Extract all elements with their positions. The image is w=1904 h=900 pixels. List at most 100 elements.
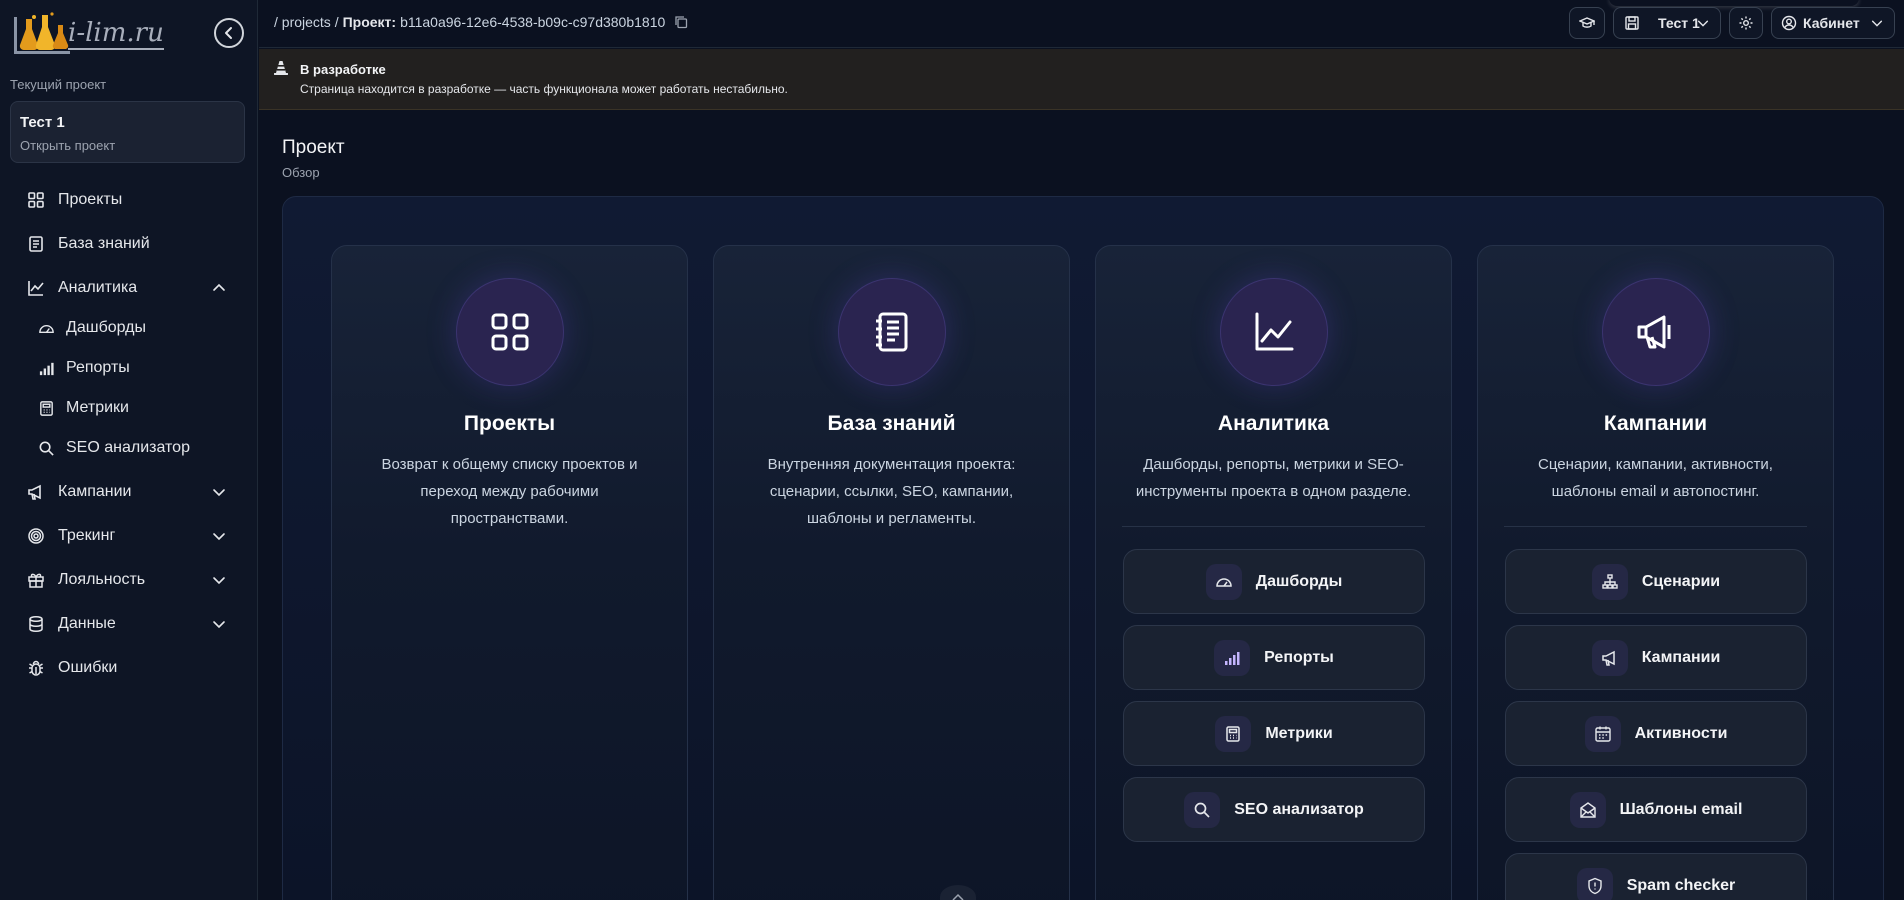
logo[interactable]: i-lim.ru: [12, 10, 182, 58]
copy-icon[interactable]: [674, 15, 688, 29]
banner-text: Страница находится в разработке — часть …: [300, 82, 788, 96]
gear-icon: [1739, 16, 1753, 30]
open-project-link[interactable]: Открыть проект: [20, 138, 235, 153]
traffic-cone-icon: [274, 61, 288, 75]
notebook-icon: [875, 312, 907, 352]
chevron-down-icon: [213, 621, 225, 629]
settings-button[interactable]: [1729, 7, 1763, 39]
analytics-link-seo-analyzer[interactable]: SEO анализатор: [1123, 777, 1425, 842]
graduation-cap-icon: [1579, 17, 1595, 28]
chevrons-up-icon: [952, 893, 964, 900]
link-label: Spam checker: [1626, 876, 1736, 894]
chevron-left-icon: [225, 27, 232, 39]
learning-button[interactable]: [1569, 7, 1605, 39]
breadcrumb-project-label: Проект:: [342, 14, 397, 30]
sidebar-item-label: Проекты: [58, 191, 123, 208]
calculator-icon: [40, 400, 53, 416]
current-project-name: Тест 1: [20, 114, 65, 131]
campaigns-link-email-templates[interactable]: Шаблоны email: [1505, 777, 1807, 842]
sidebar-subitem-label: SEO анализатор: [66, 439, 190, 456]
link-label: Дашборды: [1255, 572, 1343, 590]
card-title: Кампании: [1603, 412, 1708, 435]
megaphone-icon: [28, 484, 41, 500]
sidebar-item-label: Трекинг: [58, 527, 116, 544]
card-analytics[interactable]: Аналитика Дашборды, репорты, метрики и S…: [1095, 245, 1452, 900]
analytics-link-dashboards[interactable]: Дашборды: [1123, 549, 1425, 614]
link-label: SEO анализатор: [1234, 800, 1364, 818]
card-title: Аналитика: [1217, 412, 1330, 435]
card-icon-circle: [837, 278, 946, 386]
sitemap-icon: [1602, 573, 1618, 589]
link-label: Сценарии: [1641, 572, 1721, 590]
sidebar-item-campaigns[interactable]: Кампании: [27, 480, 233, 504]
card-projects[interactable]: Проекты Возврат к общему списку проектов…: [331, 245, 688, 900]
campaigns-link-campaigns[interactable]: Кампании: [1505, 625, 1807, 690]
sidebar-subitem-label: Метрики: [66, 399, 129, 416]
sidebar-subitem-metrics[interactable]: Метрики: [38, 397, 228, 419]
calculator-icon: [1226, 725, 1241, 742]
sidebar-subitem-seo-analyzer[interactable]: SEO анализатор: [38, 437, 228, 459]
link-label: Метрики: [1265, 724, 1333, 742]
gauge-icon: [39, 324, 54, 333]
link-icon-box: [1591, 639, 1628, 676]
grid-icon: [28, 192, 44, 208]
sidebar-item-loyalty[interactable]: Лояльность: [27, 568, 233, 592]
link-label: Кампании: [1641, 648, 1721, 666]
shield-icon: [1588, 877, 1602, 894]
link-icon-box: [1215, 715, 1252, 752]
current-project-card[interactable]: Тест 1 Открыть проект: [10, 101, 245, 163]
project-select[interactable]: Тест 1: [1613, 7, 1721, 39]
megaphone-icon: [1637, 315, 1670, 349]
breadcrumb-project-id: b11a0a96-12e6-4538-b09c-c97d380b1810: [400, 14, 666, 30]
card-icon-circle: [455, 278, 564, 386]
card-title: Проекты: [463, 412, 556, 435]
sidebar-item-label: Аналитика: [58, 279, 138, 296]
bar-chart-icon: [39, 362, 54, 375]
card-icon-circle: [1219, 278, 1328, 386]
sidebar-item-label: База знаний: [58, 235, 150, 252]
gift-icon: [28, 573, 44, 588]
sidebar-subitem-reports[interactable]: Репорты: [38, 357, 228, 379]
card-knowledge-base[interactable]: База знаний Внутренняя документация прое…: [713, 245, 1070, 900]
sidebar-item-label: Кампании: [58, 483, 132, 500]
breadcrumb: / projects / Проект: b11a0a96-12e6-4538-…: [274, 14, 688, 30]
floppy-icon: [1625, 16, 1639, 30]
sidebar-subitem-label: Дашборды: [66, 319, 146, 336]
sidebar-item-label: Ошибки: [58, 659, 118, 676]
chevron-down-icon: [1697, 20, 1709, 27]
current-project-label: Текущий проект: [10, 77, 107, 92]
breadcrumb-projects-link[interactable]: / projects /: [274, 14, 339, 30]
analytics-link-reports[interactable]: Репорты: [1123, 625, 1425, 690]
link-icon-box: [1184, 791, 1221, 828]
chart-line-icon: [1255, 312, 1293, 351]
card-divider: [1122, 526, 1425, 527]
campaigns-link-activities[interactable]: Активности: [1505, 701, 1807, 766]
card-description: Дашборды, репорты, метрики и SEO-инструм…: [1135, 456, 1412, 500]
campaigns-link-scenarios[interactable]: Сценарии: [1505, 549, 1807, 614]
grid-icon: [491, 313, 528, 351]
account-menu[interactable]: Кабинет: [1771, 7, 1895, 39]
analytics-link-metrics[interactable]: Метрики: [1123, 701, 1425, 766]
sidebar-item-projects[interactable]: Проекты: [27, 188, 233, 212]
sidebar-item-knowledge-base[interactable]: База знаний: [27, 232, 233, 256]
link-label: Репорты: [1264, 648, 1334, 666]
card-description: Внутренняя документация проекта: сценари…: [767, 456, 1016, 527]
sidebar-subitem-dashboards[interactable]: Дашборды: [38, 317, 228, 339]
chevron-down-icon: [213, 489, 225, 497]
campaigns-link-spam-checker[interactable]: Spam checker: [1505, 853, 1807, 900]
collapse-sidebar-button[interactable]: [214, 18, 244, 48]
card-description: Сценарии, кампании, активности, шаблоны …: [1538, 456, 1773, 500]
chevron-up-icon: [213, 283, 225, 291]
link-icon-box: [1591, 563, 1628, 600]
card-campaigns[interactable]: Кампании Сценарии, кампании, активности,…: [1477, 245, 1834, 900]
sidebar-item-analytics[interactable]: Аналитика: [27, 276, 233, 300]
dropdown-edge: [1609, 0, 1859, 6]
sidebar-item-errors[interactable]: Ошибки: [27, 656, 233, 680]
sidebar-item-tracking[interactable]: Трекинг: [27, 524, 233, 548]
link-label: Шаблоны email: [1619, 800, 1743, 818]
page-subtitle: Обзор: [282, 165, 320, 180]
page-title: Проект: [282, 137, 345, 158]
chevron-down-icon: [1871, 20, 1883, 27]
sidebar-item-data[interactable]: Данные: [27, 612, 233, 636]
bug-icon: [29, 660, 43, 676]
